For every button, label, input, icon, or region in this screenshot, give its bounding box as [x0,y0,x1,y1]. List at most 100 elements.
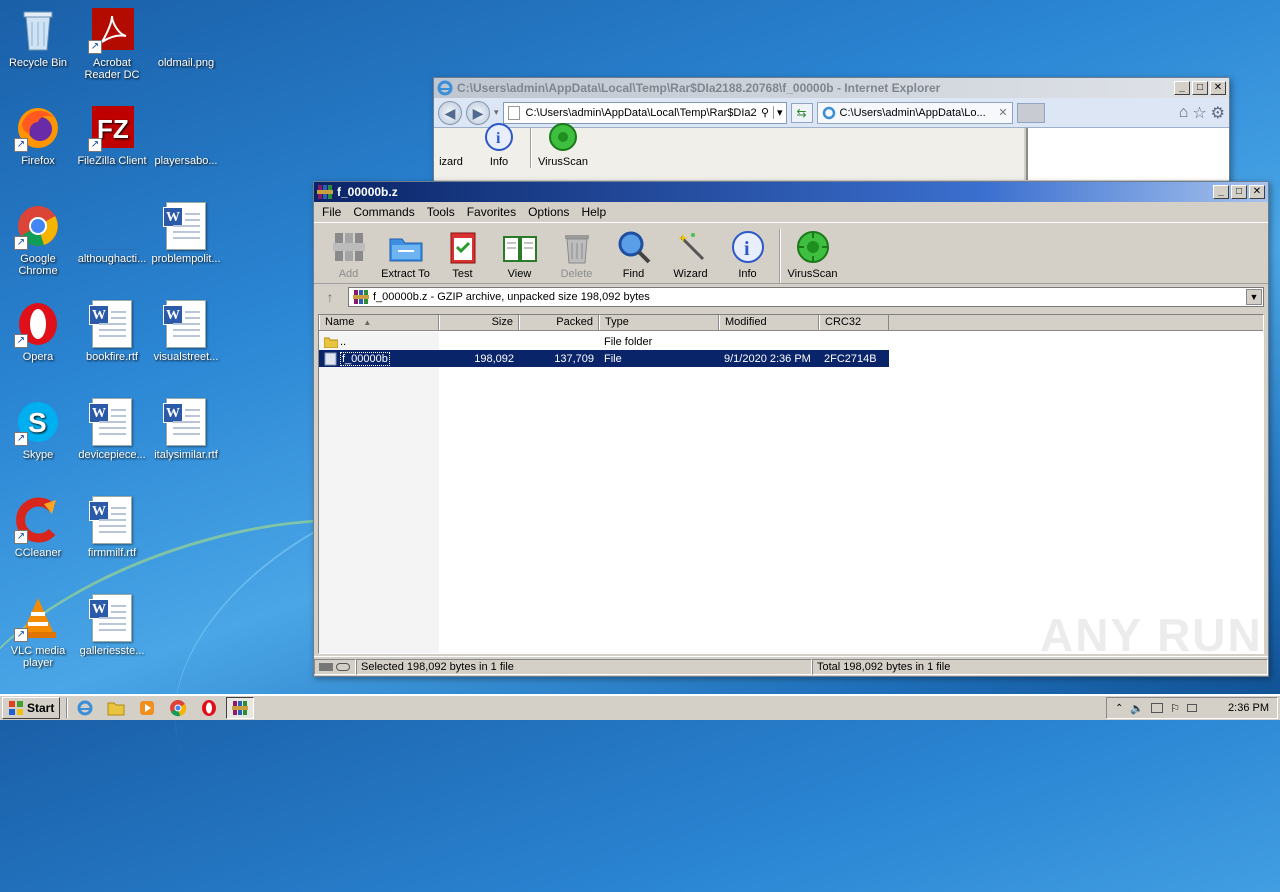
favorites-star-icon[interactable]: ☆ [1192,103,1206,123]
taskbar-explorer-button[interactable] [102,697,130,719]
page-icon [507,105,520,120]
desktop-icon-acrobat[interactable]: ↗ Acrobat Reader DC [74,6,150,81]
menu-options[interactable]: Options [522,205,575,219]
desktop-icon-firefox[interactable]: ↗ Firefox [0,104,76,167]
desktop-icon-bookfire[interactable]: W bookfire.rtf [74,300,150,363]
desktop-icon-playersabo[interactable]: playersabo... [148,104,224,167]
file-list[interactable]: Name ▲ Size Packed Type Modified CRC32 .… [318,314,1264,654]
column-name[interactable]: Name ▲ [319,315,439,330]
desktop-icon-chrome[interactable]: ↗ Google Chrome [0,202,76,277]
home-icon[interactable]: ⌂ [1179,104,1189,122]
menu-tools[interactable]: Tools [421,205,461,219]
menu-help[interactable]: Help [575,205,612,219]
winrar-window[interactable]: f_00000b.z _ □ ✕ File Commands Tools Fav… [313,181,1269,677]
add-button[interactable]: Add [320,229,377,280]
desktop-icon-recycle-bin[interactable]: Recycle Bin [0,6,76,69]
desktop-icon-skype[interactable]: S ↗ Skype [0,398,76,461]
table-row[interactable]: .. File folder [319,333,1263,350]
back-button[interactable]: ◀ [438,100,462,125]
ie-window[interactable]: C:\Users\admin\AppData\Local\Temp\Rar$DI… [433,77,1230,187]
up-folder-arrow-icon[interactable]: ↑ [318,289,342,305]
winrar-titlebar[interactable]: f_00000b.z _ □ ✕ [314,182,1268,202]
column-modified[interactable]: Modified [719,315,819,330]
new-tab-button[interactable] [1016,102,1045,123]
desktop-icon-opera[interactable]: ↗ Opera [0,300,76,363]
address-bar[interactable]: C:\Users\admin\AppData\Local\Temp\Rar$DI… [502,101,787,124]
column-type[interactable]: Type [599,315,719,330]
ie-icon [77,700,93,716]
chevron-up-icon[interactable]: ⌃ [1115,703,1123,714]
ie-tab[interactable]: C:\Users\admin\AppData\Lo... ✕ [816,101,1013,124]
maximize-button[interactable]: □ [1231,185,1247,199]
network-icon[interactable] [1151,703,1164,713]
close-button[interactable]: ✕ [1249,185,1265,199]
desktop-icon-ccleaner[interactable]: ↗ CCleaner [0,496,76,559]
taskbar-winrar-button[interactable] [226,697,255,719]
power-icon[interactable] [1186,704,1197,712]
menu-favorites[interactable]: Favorites [461,205,522,219]
refresh-icon[interactable]: ⇆ [790,102,813,123]
info-icon: i [730,229,766,265]
tab-close-icon[interactable]: ✕ [998,106,1007,119]
desktop-icon-althoughacti[interactable]: althoughacti... [74,202,150,265]
system-tray: ⌃ 🔈 ⚐ 2:36 PM [1106,697,1278,719]
menu-commands[interactable]: Commands [347,205,420,219]
search-icon[interactable]: ⚲ [757,106,773,119]
chevron-down-icon[interactable]: ▼ [1246,289,1262,305]
forward-button[interactable]: ▶ [466,100,490,125]
svg-text:i: i [744,238,750,260]
column-size[interactable]: Size [439,315,519,330]
ie-titlebar[interactable]: C:\Users\admin\AppData\Local\Temp\Rar$DI… [434,78,1229,98]
opera-icon: ↗ [14,300,62,348]
minimize-button[interactable]: _ [1174,81,1190,95]
archive-path-field[interactable]: f_00000b.z - GZIP archive, unpacked size… [348,287,1264,307]
minimize-button[interactable]: _ [1213,185,1229,199]
gear-icon[interactable]: ⚙ [1211,103,1225,123]
desktop-icon-visualstreet[interactable]: W visualstreet... [148,300,224,363]
wizard-button-partial[interactable]: izard [434,128,468,168]
extract-to-button[interactable]: Extract To [377,229,434,280]
delete-button[interactable]: Delete [548,229,605,280]
desktop-icon-devicepiece[interactable]: W devicepiece... [74,398,150,461]
info-button[interactable]: i Info [719,229,776,280]
menu-bar: File Commands Tools Favorites Options He… [314,202,1268,222]
clock[interactable]: 2:36 PM [1228,702,1269,714]
taskbar-opera-button[interactable] [195,697,223,719]
taskbar-chrome-button[interactable] [164,697,192,719]
desktop-icon-firmmilf[interactable]: W firmmilf.rtf [74,496,150,559]
ie-content-toolbar-preview: izard i Info VirusScan [434,123,1024,180]
chevron-down-icon[interactable]: ▾ [773,106,786,119]
desktop-icon-oldmail[interactable]: oldmail.png [148,6,224,69]
taskbar-media-player-button[interactable] [133,697,161,719]
info-button[interactable]: i Info [468,123,530,168]
desktop-icon-vlc[interactable]: ↗ VLC media player [0,594,76,669]
recycle-bin-icon [14,6,62,54]
virusscan-button[interactable]: VirusScan [784,229,841,280]
filezilla-icon: FZ ↗ [88,104,136,152]
desktop-icon-filezilla[interactable]: FZ ↗ FileZilla Client [74,104,150,167]
taskbar-ie-button[interactable] [71,697,99,719]
media-player-icon [140,701,155,715]
virusscan-button[interactable]: VirusScan [532,123,594,168]
test-button[interactable]: Test [434,229,491,280]
start-button[interactable]: Start [2,697,61,719]
desktop-icon-italysimilar[interactable]: W italysimilar.rtf [148,398,224,461]
image-file-icon [162,26,210,54]
view-button[interactable]: View [491,229,548,280]
desktop-icon-problempolit[interactable]: W problempolit... [148,202,224,265]
column-packed[interactable]: Packed [519,315,599,330]
history-dropdown-icon[interactable]: ▾ [494,107,499,118]
trash-icon [559,229,595,265]
close-button[interactable]: ✕ [1210,81,1226,95]
menu-file[interactable]: File [316,205,347,219]
action-center-flag-icon[interactable]: ⚐ [1170,702,1180,715]
desktop-icon-galleriesste[interactable]: W galleriesste... [74,594,150,657]
magnifier-icon [616,229,652,265]
column-crc32[interactable]: CRC32 [819,315,889,330]
maximize-button[interactable]: □ [1192,81,1208,95]
firefox-icon: ↗ [14,104,62,152]
wizard-button[interactable]: Wizard [662,229,719,280]
table-row-selected[interactable]: f_00000b 198,092 137,709 File 9/1/2020 2… [319,350,889,367]
volume-icon[interactable]: 🔈 [1130,702,1144,715]
find-button[interactable]: Find [605,229,662,280]
